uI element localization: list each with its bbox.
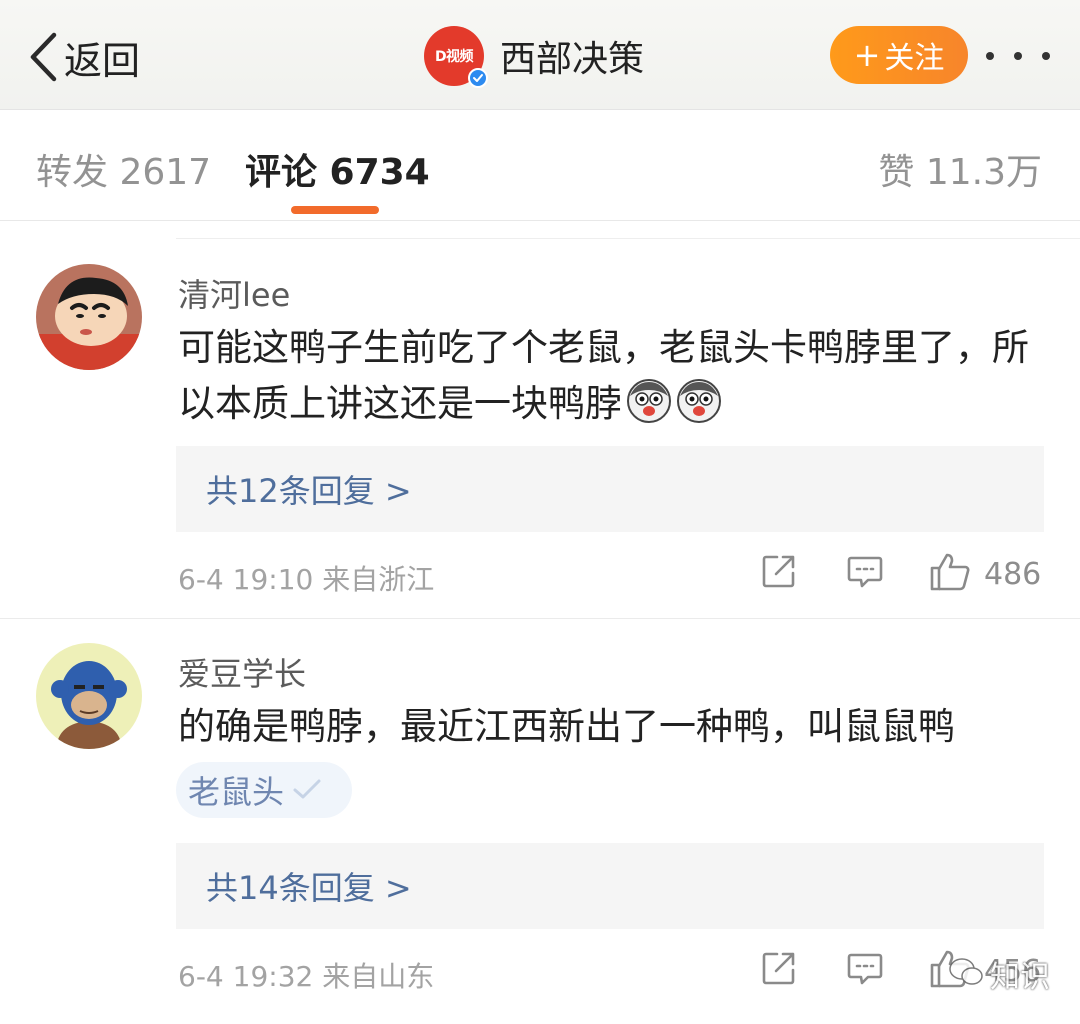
view-replies-button[interactable]: 共14条回复 > (176, 843, 1044, 929)
like-button[interactable]: 486 (928, 552, 1041, 596)
tab-repost[interactable]: 转发 2617 (36, 143, 211, 195)
back-label: 返回 (64, 38, 141, 83)
share-icon (760, 949, 798, 991)
share-button[interactable] (760, 552, 798, 594)
active-tab-indicator (291, 206, 379, 214)
reply-button[interactable] (846, 552, 884, 594)
avatar[interactable] (36, 264, 142, 370)
back-button[interactable]: 返回 (28, 28, 140, 86)
tab-comments[interactable]: 评论 6734 (245, 143, 430, 195)
dot (986, 52, 994, 60)
view-replies-button[interactable]: 共12条回复 > (176, 446, 1044, 532)
watermark: 知识 (948, 952, 1050, 996)
topic-tag[interactable]: 老鼠头 (176, 762, 353, 818)
comment-location: 来自浙江 (322, 563, 435, 596)
username[interactable]: 清河lee (178, 270, 290, 316)
comment-time: 6-4 19:32 (178, 960, 314, 993)
follow-label: 关注 (884, 41, 945, 76)
username[interactable]: 爱豆学长 (178, 649, 306, 695)
more-dots-icon[interactable] (986, 44, 1050, 68)
comment-text: 的确是鸭脖，最近江西新出了一种鸭，叫鼠鼠鸭 (178, 705, 955, 748)
thumbs-up-icon (928, 552, 972, 596)
comment-item: 爱豆学长 的确是鸭脖，最近江西新出了一种鸭，叫鼠鼠鸭 老鼠头 共14条回复 > … (0, 618, 1080, 1024)
top-navbar: 返回 D视频 西部决策 + 关注 (0, 0, 1080, 110)
comment-location: 来自山东 (322, 960, 435, 993)
account-avatar[interactable]: D视频 (424, 26, 488, 88)
dot (1014, 52, 1022, 60)
tag-label: 老鼠头 (188, 773, 285, 811)
video-logo-text: D视频 (434, 49, 474, 65)
reply-button[interactable] (846, 949, 884, 991)
watermark-text: 知识 (990, 960, 1050, 995)
chevron-left-icon (28, 31, 58, 83)
comment-item: 清河lee 可能这鸭子生前吃了个老鼠，老鼠头卡鸭脖里了，所以本质上讲这还是一块鸭… (0, 250, 1080, 618)
account-name: 西部决策 (500, 39, 645, 80)
comment-meta: 6-4 19:10 来自浙江 (178, 558, 434, 598)
husky-emoji-icon (676, 378, 722, 424)
comment-bubble-icon (846, 949, 884, 991)
husky-emoji-icon (626, 378, 672, 424)
account-header[interactable]: D视频 西部决策 (424, 26, 645, 88)
comment-time: 6-4 19:10 (178, 563, 314, 596)
check-icon (292, 771, 322, 809)
comment-bubble-icon (846, 552, 884, 594)
like-count: 486 (984, 556, 1042, 592)
share-icon (760, 552, 798, 594)
dot (1042, 52, 1050, 60)
share-button[interactable] (760, 949, 798, 991)
comment-meta: 6-4 19:32 来自山东 (178, 955, 434, 995)
plus-icon: + (853, 36, 881, 74)
avatar[interactable] (36, 643, 142, 749)
verified-badge-icon (468, 68, 488, 88)
divider (176, 238, 1080, 239)
wechat-icon (948, 957, 984, 991)
comment-body: 可能这鸭子生前吃了个老鼠，老鼠头卡鸭脖里了，所以本质上讲这还是一块鸭脖 (178, 326, 1029, 425)
tab-likes[interactable]: 赞 11.3万 (878, 143, 1042, 195)
tab-bar: 转发 2617 评论 6734 赞 11.3万 (0, 111, 1080, 221)
comment-text: 可能这鸭子生前吃了个老鼠，老鼠头卡鸭脖里了，所以本质上讲这还是一块鸭脖 (178, 320, 1058, 432)
follow-button[interactable]: + 关注 (830, 26, 968, 84)
